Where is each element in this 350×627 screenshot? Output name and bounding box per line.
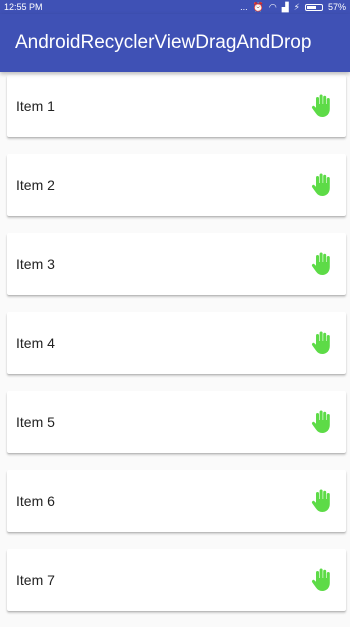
list-item[interactable]: Item 4 bbox=[7, 312, 346, 374]
charging-icon: ⚡ bbox=[293, 1, 300, 12]
hand-icon[interactable] bbox=[310, 330, 334, 356]
notification-dots: ... bbox=[240, 2, 248, 12]
list-item[interactable]: Item 2 bbox=[7, 154, 346, 216]
battery-percent: 57% bbox=[327, 2, 346, 12]
hand-icon[interactable] bbox=[310, 251, 334, 277]
list-item-label: Item 2 bbox=[16, 177, 55, 193]
list-item-label: Item 5 bbox=[16, 414, 55, 430]
list-item-label: Item 4 bbox=[16, 335, 55, 351]
list-item[interactable]: Item 1 bbox=[7, 75, 346, 137]
list-item-label: Item 6 bbox=[16, 493, 55, 509]
hand-icon[interactable] bbox=[310, 93, 334, 119]
wifi-icon: ◠ bbox=[268, 1, 277, 12]
status-icons: ... ⏰ ◠ ▟ ⚡ 57% bbox=[240, 2, 346, 13]
alarm-icon: ⏰ bbox=[252, 1, 264, 12]
app-title: AndroidRecyclerViewDragAndDrop bbox=[15, 32, 312, 53]
hand-icon[interactable] bbox=[310, 567, 334, 593]
app-bar: AndroidRecyclerViewDragAndDrop bbox=[0, 14, 350, 72]
list-item-label: Item 3 bbox=[16, 256, 55, 272]
hand-icon[interactable] bbox=[310, 172, 334, 198]
signal-icon: ▟ bbox=[281, 1, 289, 12]
battery-icon bbox=[304, 3, 323, 11]
list-item-label: Item 7 bbox=[16, 572, 55, 588]
list-item[interactable]: Item 5 bbox=[7, 391, 346, 453]
list-item[interactable]: Item 3 bbox=[7, 233, 346, 295]
list-item[interactable]: Item 6 bbox=[7, 470, 346, 532]
list-item-label: Item 1 bbox=[16, 98, 55, 114]
hand-icon[interactable] bbox=[310, 409, 334, 435]
hand-icon[interactable] bbox=[310, 488, 334, 514]
status-bar: 12:55 PM ... ⏰ ◠ ▟ ⚡ 57% bbox=[0, 0, 350, 14]
list-item[interactable]: Item 7 bbox=[7, 549, 346, 611]
status-time: 12:55 PM bbox=[4, 2, 43, 12]
